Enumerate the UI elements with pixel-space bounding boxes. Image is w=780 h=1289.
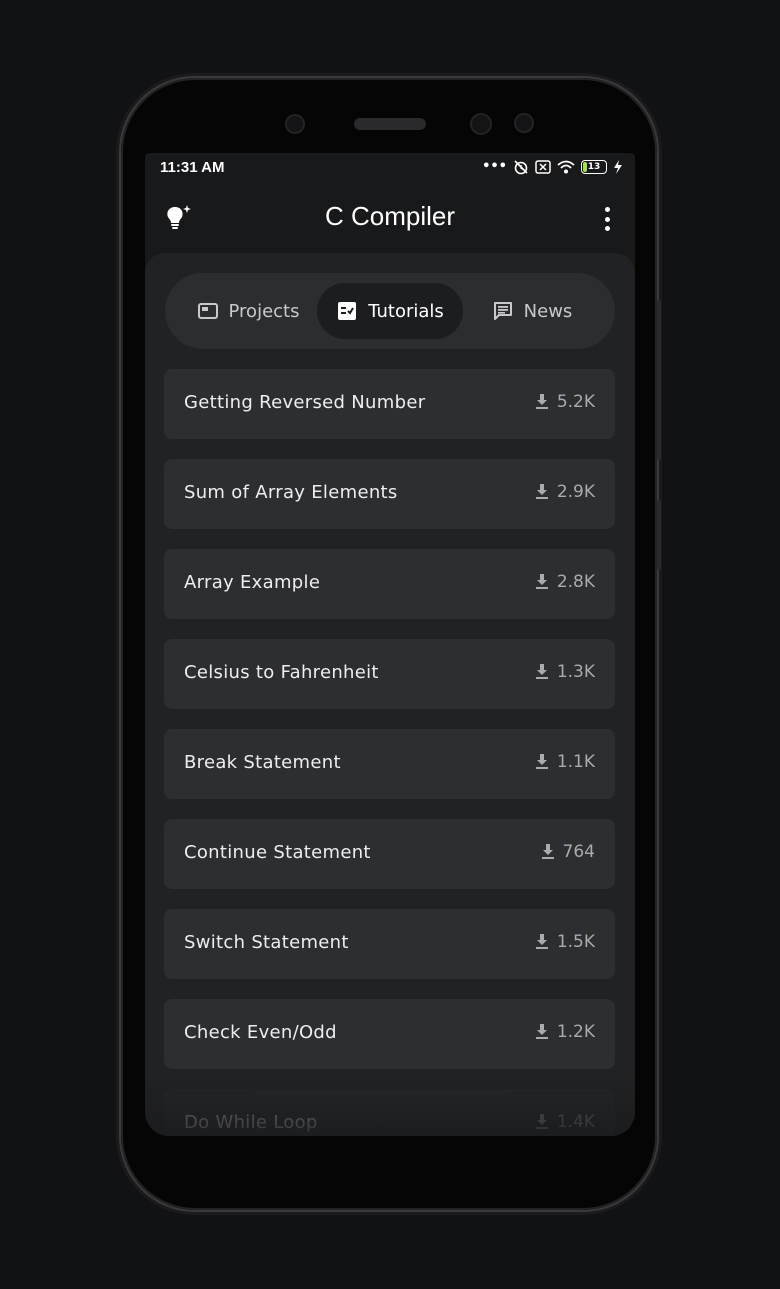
download-count-value: 5.2K xyxy=(556,392,595,412)
download-count-value: 1.5K xyxy=(556,932,595,952)
download-count: 1.3K xyxy=(535,662,595,682)
main-content: Projects Tutorials News Getting Reversed… xyxy=(145,253,635,1136)
wifi-icon xyxy=(557,160,575,174)
download-count-value: 764 xyxy=(562,842,595,862)
download-count: 1.5K xyxy=(535,932,595,952)
download-icon xyxy=(541,844,554,859)
projects-icon xyxy=(197,303,218,319)
download-icon xyxy=(535,484,548,499)
tutorial-title: Check Even/Odd xyxy=(184,1022,337,1043)
download-count-value: 1.4K xyxy=(556,1112,595,1132)
tutorial-title: Do While Loop xyxy=(184,1112,318,1133)
tab-projects[interactable]: Projects xyxy=(175,283,321,339)
sensor xyxy=(470,113,492,135)
front-camera xyxy=(285,114,305,134)
battery-level: 13 xyxy=(587,162,601,172)
tutorial-card[interactable]: Do While Loop 1.4K xyxy=(164,1089,615,1136)
download-count: 2.9K xyxy=(535,482,595,502)
battery-icon: 13 xyxy=(581,160,607,174)
download-icon xyxy=(535,664,548,679)
sensor xyxy=(514,113,534,133)
tutorial-title: Continue Statement xyxy=(184,842,371,863)
status-icons: ••• 13 xyxy=(482,159,623,175)
page-title: C Compiler xyxy=(324,201,456,231)
download-icon xyxy=(535,1024,548,1039)
download-count: 764 xyxy=(541,842,595,862)
download-count-value: 2.9K xyxy=(556,482,595,502)
tab-news[interactable]: News xyxy=(459,283,605,339)
download-icon xyxy=(535,1114,548,1129)
download-count: 5.2K xyxy=(535,392,595,412)
bottom-bezel xyxy=(145,1136,635,1186)
download-count-value: 1.3K xyxy=(556,662,595,682)
download-count-value: 1.2K xyxy=(556,1022,595,1042)
tutorial-title: Getting Reversed Number xyxy=(184,392,426,413)
charging-icon xyxy=(614,160,622,174)
tutorial-title: Sum of Array Elements xyxy=(184,482,398,503)
alarm-off-icon xyxy=(514,160,528,175)
tutorial-card[interactable]: Switch Statement 1.5K xyxy=(164,909,615,979)
tab-bar: Projects Tutorials News xyxy=(165,273,615,349)
screen: 11:31 AM ••• 13 C Compiler Projects Tuto… xyxy=(145,153,635,1136)
tutorial-card[interactable]: Celsius to Fahrenheit 1.3K xyxy=(164,639,615,709)
app-bar: C Compiler xyxy=(145,183,635,253)
download-count: 2.8K xyxy=(535,572,595,592)
tab-news-label: News xyxy=(523,300,573,322)
tutorial-card[interactable]: Continue Statement 764 xyxy=(164,819,615,889)
tutorial-card[interactable]: Sum of Array Elements 2.9K xyxy=(164,459,615,529)
download-count: 1.1K xyxy=(535,752,595,772)
download-count-value: 1.1K xyxy=(556,752,595,772)
download-count: 1.4K xyxy=(535,1112,595,1132)
tutorial-card[interactable]: Break Statement 1.1K xyxy=(164,729,615,799)
news-icon xyxy=(493,302,512,320)
tab-tutorials[interactable]: Tutorials xyxy=(317,283,463,339)
status-time: 11:31 AM xyxy=(160,159,225,176)
download-icon xyxy=(535,754,548,769)
tutorial-title: Switch Statement xyxy=(184,932,349,953)
tutorials-icon xyxy=(338,302,357,320)
tab-projects-label: Projects xyxy=(228,300,300,322)
sim-off-icon xyxy=(535,160,551,174)
earpiece xyxy=(354,118,426,130)
more-vert-icon[interactable] xyxy=(603,207,611,231)
tutorial-card[interactable]: Check Even/Odd 1.2K xyxy=(164,999,615,1069)
download-icon xyxy=(535,394,548,409)
dots-icon: ••• xyxy=(482,159,507,174)
power-button xyxy=(657,500,661,570)
tab-tutorials-label: Tutorials xyxy=(368,300,444,322)
tutorial-card[interactable]: Array Example 2.8K xyxy=(164,549,615,619)
status-bar: 11:31 AM ••• 13 xyxy=(145,153,635,183)
download-count: 1.2K xyxy=(535,1022,595,1042)
tutorial-title: Break Statement xyxy=(184,752,341,773)
tutorial-title: Array Example xyxy=(184,572,321,593)
tutorial-card[interactable]: Getting Reversed Number 5.2K xyxy=(164,369,615,439)
download-count-value: 2.8K xyxy=(556,572,595,592)
tutorial-title: Celsius to Fahrenheit xyxy=(184,662,379,683)
volume-button xyxy=(657,300,661,460)
download-icon xyxy=(535,574,548,589)
download-icon xyxy=(535,934,548,949)
